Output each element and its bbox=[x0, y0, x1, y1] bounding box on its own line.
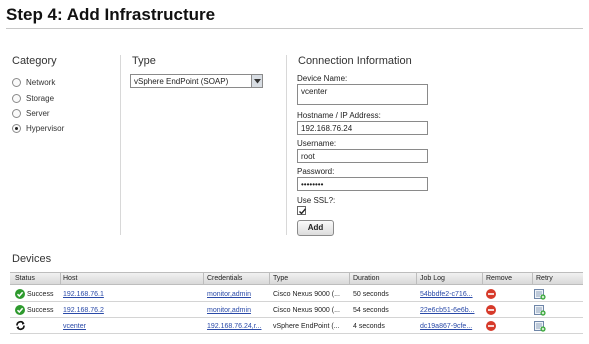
duration-cell: 4 seconds bbox=[353, 323, 385, 330]
duration-cell: 54 seconds bbox=[353, 307, 389, 314]
password-field[interactable]: •••••••• bbox=[297, 177, 428, 191]
category-option-storage[interactable]: Storage bbox=[12, 92, 54, 104]
success-check-icon bbox=[15, 305, 25, 317]
retry-icon[interactable] bbox=[534, 304, 546, 318]
category-option-label: Storage bbox=[26, 93, 55, 103]
type-heading: Type bbox=[132, 55, 156, 67]
radio-network[interactable] bbox=[12, 77, 21, 87]
table-row: Success 192.168.76.2 monitor,admin Cisco… bbox=[10, 302, 583, 318]
password-label: Password: bbox=[297, 167, 335, 176]
column-header-job-log[interactable]: Job Log bbox=[417, 273, 445, 284]
column-header-type[interactable]: Type bbox=[270, 273, 288, 284]
connection-heading: Connection Information bbox=[298, 55, 412, 67]
job-log-link[interactable]: 54bbdfe2-c716... bbox=[420, 290, 473, 299]
column-header-remove[interactable]: Remove bbox=[483, 273, 512, 284]
remove-icon[interactable] bbox=[486, 305, 496, 317]
type-cell: Cisco Nexus 9000 (... bbox=[273, 291, 340, 298]
devices-heading: Devices bbox=[12, 253, 52, 265]
checkmark-icon bbox=[299, 208, 307, 215]
ssl-checkbox[interactable] bbox=[297, 206, 307, 215]
category-option-label: Server bbox=[26, 108, 50, 118]
status-text: Success bbox=[27, 291, 54, 298]
category-option-label: Hypervisor bbox=[26, 123, 65, 133]
host-link[interactable]: vcenter bbox=[63, 322, 86, 331]
remove-icon[interactable] bbox=[486, 321, 496, 333]
title-divider bbox=[6, 28, 583, 29]
type-select-value: vSphere EndPoint (SOAP) bbox=[134, 77, 229, 86]
device-name-label: Device Name: bbox=[297, 74, 348, 83]
status-text: Success bbox=[27, 307, 54, 314]
page-title: Step 4: Add Infrastructure bbox=[6, 5, 216, 24]
chevron-down-icon[interactable] bbox=[251, 75, 262, 87]
job-log-link[interactable]: 22e6cb51-6e6b... bbox=[420, 306, 475, 315]
host-link[interactable]: 192.168.76.1 bbox=[63, 290, 104, 299]
credentials-link[interactable]: 192.168.76.24,r... bbox=[207, 322, 262, 331]
category-option-network[interactable]: Network bbox=[12, 76, 55, 88]
radio-storage[interactable] bbox=[12, 93, 21, 103]
job-log-link[interactable]: dc19a867-9cfe... bbox=[420, 322, 472, 331]
column-header-status[interactable]: Status bbox=[12, 273, 35, 284]
duration-cell: 50 seconds bbox=[353, 291, 389, 298]
radio-server[interactable] bbox=[12, 108, 21, 118]
host-field[interactable]: 192.168.76.24 bbox=[297, 121, 428, 135]
username-field[interactable]: root bbox=[297, 149, 428, 163]
table-row: vcenter 192.168.76.24,r... vSphere EndPo… bbox=[10, 318, 583, 334]
column-header-duration[interactable]: Duration bbox=[350, 273, 379, 284]
add-button[interactable]: Add bbox=[297, 220, 334, 236]
column-divider bbox=[286, 55, 287, 235]
credentials-link[interactable]: monitor,admin bbox=[207, 290, 251, 299]
table-row: Success 192.168.76.1 monitor,admin Cisco… bbox=[10, 286, 583, 302]
retry-icon[interactable] bbox=[534, 288, 546, 302]
column-header-host[interactable]: Host bbox=[60, 273, 77, 284]
column-header-retry[interactable]: Retry bbox=[533, 273, 553, 284]
column-header-credentials[interactable]: Credentials bbox=[204, 273, 242, 284]
retry-icon[interactable] bbox=[534, 320, 546, 334]
category-option-server[interactable]: Server bbox=[12, 107, 50, 119]
ssl-label: Use SSL?: bbox=[297, 196, 336, 205]
type-select[interactable]: vSphere EndPoint (SOAP) bbox=[130, 74, 263, 88]
column-divider bbox=[120, 55, 121, 235]
type-cell: vSphere EndPoint (... bbox=[273, 323, 340, 330]
category-heading: Category bbox=[12, 55, 57, 67]
username-label: Username: bbox=[297, 139, 337, 148]
remove-icon[interactable] bbox=[486, 289, 496, 301]
host-label: Hostname / IP Address: bbox=[297, 111, 381, 120]
radio-hypervisor[interactable] bbox=[12, 123, 21, 133]
type-cell: Cisco Nexus 9000 (... bbox=[273, 307, 340, 314]
success-check-icon bbox=[15, 289, 25, 301]
category-option-hypervisor[interactable]: Hypervisor bbox=[12, 122, 64, 134]
category-option-label: Network bbox=[26, 77, 56, 87]
credentials-link[interactable]: monitor,admin bbox=[207, 306, 251, 315]
in-progress-icon bbox=[15, 320, 26, 333]
host-link[interactable]: 192.168.76.2 bbox=[63, 306, 104, 315]
device-name-field[interactable]: vcenter bbox=[297, 84, 428, 105]
